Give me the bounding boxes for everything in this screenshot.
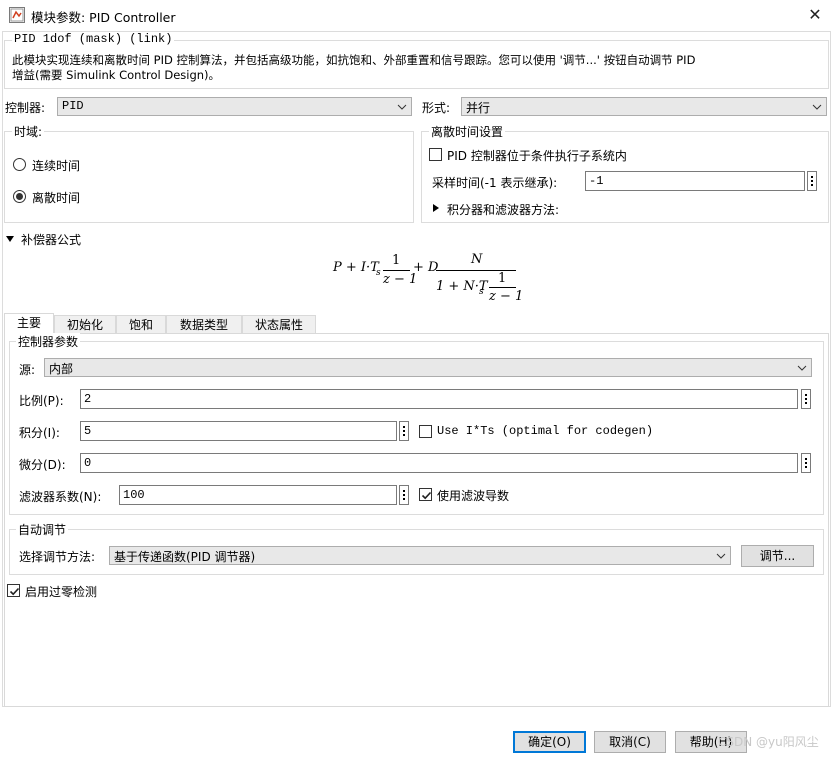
checkmark-icon [9, 587, 20, 596]
formula-lead: P + I·T [333, 260, 379, 275]
chevron-down-icon [812, 104, 822, 110]
expand-arrow-icon[interactable] [433, 204, 439, 212]
proportional-value: 2 [84, 392, 92, 406]
discrete-settings-title: 离散时间设置 [429, 123, 506, 140]
fraction-line [489, 287, 516, 288]
formula-sub-s: s [479, 287, 484, 297]
window-title: 模块参数: PID Controller [31, 10, 176, 25]
close-icon[interactable]: ✕ [803, 4, 827, 26]
collapse-arrow-icon[interactable] [6, 236, 14, 242]
tab-saturation[interactable]: 饱和 [116, 315, 166, 334]
tuning-method-dropdown[interactable]: 基于传递函数(PID 调节器) [109, 546, 731, 565]
tune-button[interactable]: 调节... [741, 545, 814, 567]
chevron-down-icon [716, 553, 726, 559]
use-its-checkbox[interactable] [419, 425, 432, 438]
tab-state-attributes[interactable]: 状态属性 [242, 315, 316, 334]
controller-label: 控制器: [5, 101, 46, 115]
compensator-label[interactable]: 补偿器公式 [21, 231, 81, 248]
sample-time-more-button[interactable] [807, 171, 817, 191]
controller-dropdown[interactable]: PID [57, 97, 412, 116]
use-filter-checkbox[interactable] [419, 488, 432, 501]
zero-crossing-label: 启用过零检测 [25, 585, 98, 599]
tab-main[interactable]: 主要 [4, 313, 54, 334]
filter-coefficient-input[interactable]: 100 [119, 485, 397, 505]
integral-label: 积分(I): [19, 426, 60, 440]
continuous-time-label: 连续时间 [32, 159, 81, 173]
conditional-subsystem-checkbox[interactable] [429, 148, 442, 161]
chevron-down-icon [797, 365, 807, 371]
tab-initialization[interactable]: 初始化 [54, 315, 116, 334]
filter-coefficient-value: 100 [123, 488, 145, 502]
formula-num2: 1 [498, 271, 507, 286]
formula-sub-s: s [376, 268, 381, 278]
use-its-label: Use I*Ts (optimal for codegen) [437, 424, 654, 438]
use-filter-label: 使用滤波导数 [437, 489, 510, 503]
derivative-value: 0 [84, 456, 92, 470]
time-domain-group [4, 131, 414, 223]
proportional-input[interactable]: 2 [80, 389, 798, 409]
sample-time-value: -1 [589, 174, 604, 188]
formula-den2: z − 1 [489, 289, 524, 304]
simulink-block-icon [9, 7, 25, 23]
zero-crossing-checkbox[interactable] [7, 584, 20, 597]
controller-value: PID [62, 99, 84, 113]
filter-coefficient-more-button[interactable] [399, 485, 409, 505]
formula-num-n: N [471, 252, 483, 267]
form-dropdown[interactable]: 并行 [461, 97, 827, 116]
integral-input[interactable]: 5 [80, 421, 397, 441]
block-name: PID 1dof (mask) (link) [12, 32, 175, 46]
derivative-more-button[interactable] [801, 453, 811, 473]
sample-time-input[interactable]: -1 [585, 171, 805, 191]
proportional-more-button[interactable] [801, 389, 811, 409]
block-description-line-2: 增益(需要 Simulink Control Design)。 [12, 68, 221, 82]
chevron-down-icon [397, 104, 407, 110]
integral-more-button[interactable] [399, 421, 409, 441]
time-domain-title: 时域: [12, 123, 45, 140]
formula-plus-d: + D [413, 260, 439, 275]
discrete-time-radio[interactable] [13, 190, 26, 203]
form-value: 并行 [466, 101, 491, 115]
tab-data-types[interactable]: 数据类型 [166, 315, 242, 334]
discrete-time-label: 离散时间 [32, 191, 81, 205]
source-value: 内部 [49, 362, 74, 376]
ok-button[interactable]: 确定(O) [513, 731, 586, 753]
cancel-button[interactable]: 取消(C) [594, 731, 666, 753]
tuning-method-label: 选择调节方法: [19, 550, 96, 564]
continuous-time-radio[interactable] [13, 158, 26, 171]
checkmark-icon [421, 491, 432, 500]
derivative-input[interactable]: 0 [80, 453, 798, 473]
sample-time-label: 采样时间(-1 表示继承): [432, 176, 558, 190]
integrator-methods-label[interactable]: 积分器和滤波器方法: [447, 201, 559, 218]
watermark: CSDN @yu阳风尘 [718, 735, 819, 749]
derivative-label: 微分(D): [19, 458, 66, 472]
integral-value: 5 [84, 424, 92, 438]
conditional-subsystem-label: PID 控制器位于条件执行子系统内 [447, 149, 627, 163]
fraction-line [383, 270, 410, 271]
autotune-title: 自动调节 [16, 521, 69, 538]
formula-num1: 1 [392, 253, 401, 268]
controller-params-title: 控制器参数 [16, 333, 81, 350]
form-label: 形式: [422, 101, 451, 115]
filter-coefficient-label: 滤波器系数(N): [19, 490, 102, 504]
title-bar: 模块参数: PID Controller ✕ [0, 0, 833, 31]
source-label: 源: [19, 363, 36, 377]
proportional-label: 比例(P): [19, 394, 64, 408]
tuning-method-value: 基于传递函数(PID 调节器) [114, 550, 256, 564]
block-description-line-1: 此模块实现连续和离散时间 PID 控制算法，并包括高级功能，如抗饱和、外部重置和… [12, 53, 696, 67]
source-dropdown[interactable]: 内部 [44, 358, 812, 377]
